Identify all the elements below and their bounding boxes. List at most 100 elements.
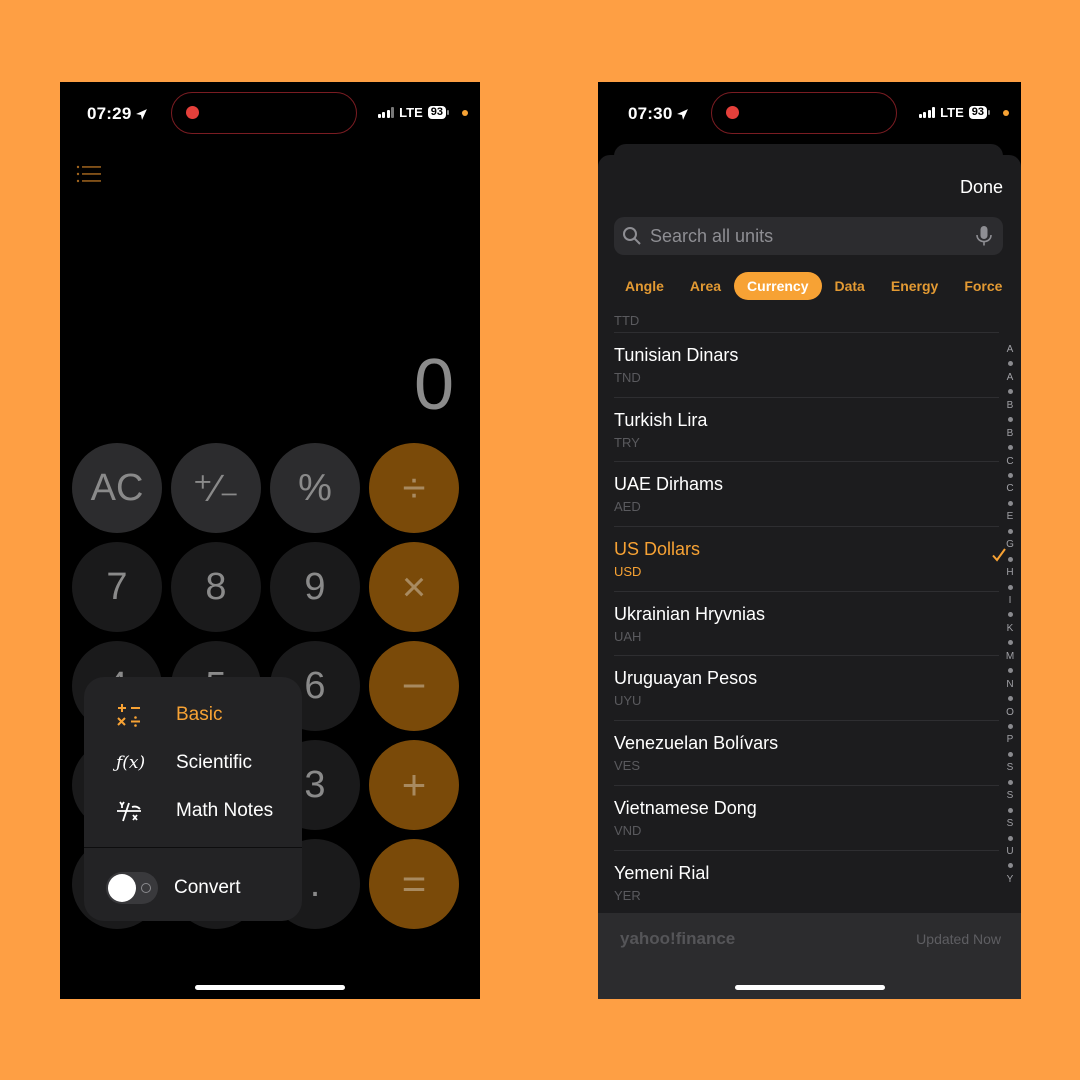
toggle-knob [108, 874, 136, 902]
list-item[interactable]: Turkish Lira TRY [614, 398, 999, 463]
index-letter[interactable]: I [1009, 594, 1012, 608]
currency-name: Uruguayan Pesos [614, 668, 758, 689]
index-dot [1007, 807, 1013, 813]
currency-code: USD [614, 564, 642, 580]
index-dot [1007, 472, 1013, 478]
index-dot [1007, 668, 1013, 674]
done-button[interactable]: Done [960, 177, 1003, 198]
status-time: 07:30 [628, 104, 689, 124]
index-letter[interactable]: S [1007, 817, 1014, 831]
index-letter[interactable]: H [1006, 566, 1013, 580]
index-dot [1007, 556, 1013, 562]
tab-energy[interactable]: Energy [878, 272, 951, 300]
tab-currency[interactable]: Currency [734, 272, 822, 300]
index-letter[interactable]: C [1006, 455, 1013, 469]
recording-indicator-icon [726, 106, 739, 119]
search-icon [623, 227, 641, 245]
menu-item-math-notes[interactable]: Math Notes [84, 787, 302, 835]
key-1[interactable]: ⁺∕₋ [171, 443, 261, 533]
key-19[interactable]: = [369, 839, 459, 929]
convert-label: Convert [174, 877, 241, 898]
tab-force[interactable]: Force [951, 272, 1015, 300]
currency-code: VND [614, 822, 642, 838]
key-6[interactable]: 9 [270, 542, 360, 632]
search-input[interactable] [650, 225, 975, 247]
key-7[interactable]: × [369, 542, 459, 632]
tab-data[interactable]: Data [822, 272, 878, 300]
list-menu-icon[interactable] [76, 164, 102, 184]
index-letter[interactable]: M [1006, 650, 1014, 664]
currency-list: TTD Tunisian Dinars TND Turkish Lira TRY UAE… [598, 313, 1021, 913]
basic-operators-icon [116, 703, 156, 727]
index-letter[interactable]: Y [1007, 873, 1014, 887]
index-letter[interactable]: K [1007, 622, 1014, 636]
network-type: LTE [940, 105, 964, 120]
mic-in-use-indicator-icon [1003, 109, 1009, 116]
currency-code: TTD [614, 313, 640, 328]
index-dot [1007, 696, 1013, 702]
alphabet-index[interactable]: AABBCCEGHIKMNOPSSSUY [1003, 343, 1017, 887]
toggle-off-icon [141, 883, 151, 893]
index-dot [1007, 723, 1013, 729]
index-dot [1007, 361, 1013, 367]
list-item[interactable]: Yemeni Rial YER [614, 851, 999, 914]
key-4[interactable]: 7 [72, 542, 162, 632]
menu-item-label: Scientific [176, 752, 253, 773]
list-item[interactable]: UAE Dirhams AED [614, 462, 999, 528]
yahoo-finance-logo[interactable]: yahoo!finance [620, 929, 735, 949]
list-item-partial[interactable]: TTD [614, 313, 999, 333]
time-text: 07:30 [628, 104, 673, 123]
index-letter[interactable]: A [1007, 343, 1014, 357]
tab-angle[interactable]: Angle [612, 272, 677, 300]
index-letter[interactable]: B [1007, 427, 1014, 441]
index-letter[interactable]: U [1006, 845, 1013, 859]
list-item[interactable]: Uruguayan Pesos UYU [614, 656, 999, 722]
battery-tip [988, 110, 990, 115]
currency-code: UYU [614, 693, 642, 709]
microphone-icon[interactable] [975, 225, 993, 247]
index-letter[interactable]: G [1006, 538, 1014, 552]
currency-name: Yemeni Rial [614, 862, 710, 883]
unit-category-tabs: Angle Area Currency Data Energy Force [612, 272, 1015, 300]
menu-item-scientific[interactable]: ƒ(x) Scientific [84, 739, 302, 787]
status-bar: 07:30 LTE 93 [598, 82, 1021, 142]
location-arrow-icon [136, 108, 148, 120]
key-15[interactable]: + [369, 740, 459, 830]
key-3[interactable]: ÷ [369, 443, 459, 533]
key-11[interactable]: − [369, 641, 459, 731]
index-dot [1007, 584, 1013, 590]
status-bar: 07:29 LTE 93 [60, 82, 480, 142]
home-indicator[interactable] [195, 985, 345, 990]
list-item[interactable]: Venezuelan Bolívars VES [614, 721, 999, 786]
currency-name: Ukrainian Hryvnias [614, 603, 766, 624]
index-dot [1007, 500, 1013, 506]
index-letter[interactable]: P [1007, 733, 1014, 747]
index-letter[interactable]: B [1007, 399, 1014, 413]
tab-area[interactable]: Area [677, 272, 734, 300]
index-letter[interactable]: O [1006, 706, 1014, 720]
index-dot [1007, 835, 1013, 841]
index-dot [1007, 751, 1013, 757]
dynamic-island [711, 92, 897, 134]
convert-toggle[interactable] [106, 872, 158, 904]
key-0[interactable]: AC [72, 443, 162, 533]
list-item[interactable]: Vietnamese Dong VND [614, 786, 999, 851]
list-item[interactable]: Tunisian Dinars TND [614, 333, 999, 398]
index-letter[interactable]: N [1006, 678, 1013, 692]
mic-in-use-indicator-icon [462, 109, 468, 116]
index-letter[interactable]: C [1006, 482, 1013, 496]
index-letter[interactable]: S [1007, 789, 1014, 803]
unit-picker-sheet: Done AngleAreaCurrencyDataEnergyForce TT… [598, 155, 1021, 999]
list-item[interactable]: US Dollars USD [614, 527, 1006, 592]
home-indicator[interactable] [734, 985, 885, 990]
key-2[interactable]: % [270, 443, 360, 533]
menu-item-basic[interactable]: Basic [84, 691, 302, 739]
calculator-display: 0 [413, 345, 454, 425]
index-dot [1007, 612, 1013, 618]
list-item[interactable]: Ukrainian Hryvnias UAH [614, 592, 999, 657]
index-dot [1007, 640, 1013, 646]
index-letter[interactable]: A [1007, 371, 1014, 385]
index-letter[interactable]: E [1007, 510, 1014, 524]
index-letter[interactable]: S [1007, 761, 1014, 775]
key-5[interactable]: 8 [171, 542, 261, 632]
